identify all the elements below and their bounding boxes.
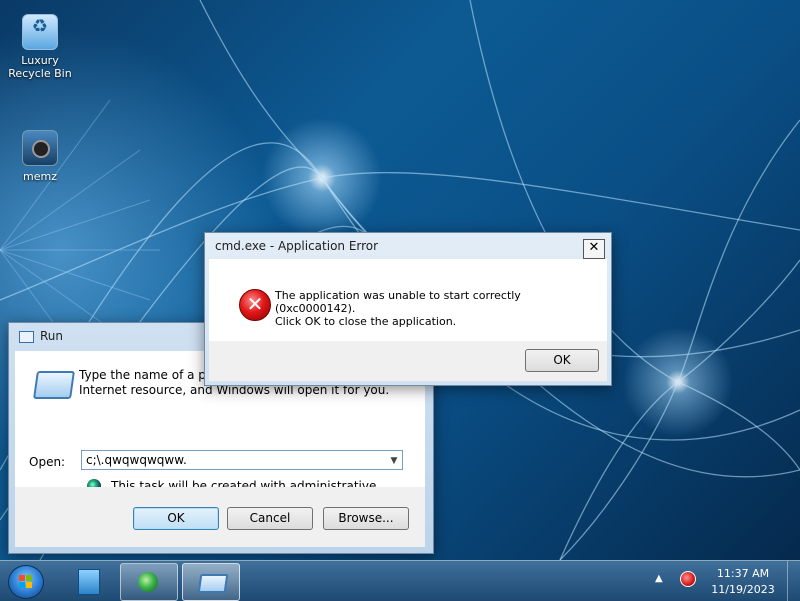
recycle-bin-icon — [22, 14, 58, 50]
clock-date[interactable]: 11/19/2023 — [700, 583, 786, 596]
show-desktop-button[interactable] — [787, 561, 800, 601]
open-input[interactable] — [81, 450, 403, 470]
windows-logo-icon — [19, 575, 33, 589]
desktop-icon-memz[interactable]: memz — [0, 130, 80, 183]
error-title: cmd.exe - Application Error — [215, 239, 379, 253]
error-body: ✕ The application was unable to start co… — [209, 259, 607, 341]
memz-icon — [22, 130, 58, 166]
ok-button[interactable]: OK — [133, 507, 219, 530]
start-button[interactable] — [8, 565, 44, 599]
error-titlebar[interactable]: cmd.exe - Application Error — [205, 233, 611, 259]
clock-time[interactable]: 11:37 AM — [700, 567, 786, 580]
taskbar-explorer-button[interactable] — [60, 563, 116, 599]
show-hidden-icons-icon[interactable]: ▲ — [655, 573, 663, 584]
run-footer: OK Cancel Browse... — [15, 487, 425, 547]
cancel-button[interactable]: Cancel — [227, 507, 313, 530]
close-icon[interactable]: ✕ — [583, 239, 605, 259]
error-icon: ✕ — [239, 289, 271, 321]
memz-app-icon — [138, 572, 158, 592]
desktop-icon-label: Luxury Recycle Bin — [8, 54, 72, 80]
desktop-icon-recycle-bin[interactable]: Luxury Recycle Bin — [0, 14, 80, 80]
application-error-dialog: cmd.exe - Application Error ✕ ✕ The appl… — [204, 232, 612, 386]
chevron-down-icon[interactable]: ▼ — [387, 453, 401, 469]
open-label: Open: — [29, 455, 66, 469]
run-icon — [19, 330, 34, 343]
taskbar-memz-button[interactable] — [120, 563, 178, 601]
desktop-icon-label: memz — [23, 170, 57, 183]
taskbar-run-button[interactable] — [182, 563, 240, 601]
action-center-flag-icon[interactable] — [680, 571, 696, 587]
run-dialog-icon — [197, 574, 229, 593]
error-message: The application was unable to start corr… — [275, 289, 595, 328]
error-message-line: The application was unable to start corr… — [275, 289, 521, 315]
browse-button[interactable]: Browse... — [323, 507, 409, 530]
error-footer: OK — [209, 341, 607, 381]
error-ok-button[interactable]: OK — [525, 349, 599, 372]
run-title: Run — [40, 329, 64, 343]
taskbar: ▲ 11:37 AM 11/19/2023 — [0, 560, 800, 601]
error-message-line: Click OK to close the application. — [275, 315, 457, 328]
windows-explorer-icon — [78, 569, 100, 595]
run-program-icon — [33, 371, 75, 399]
